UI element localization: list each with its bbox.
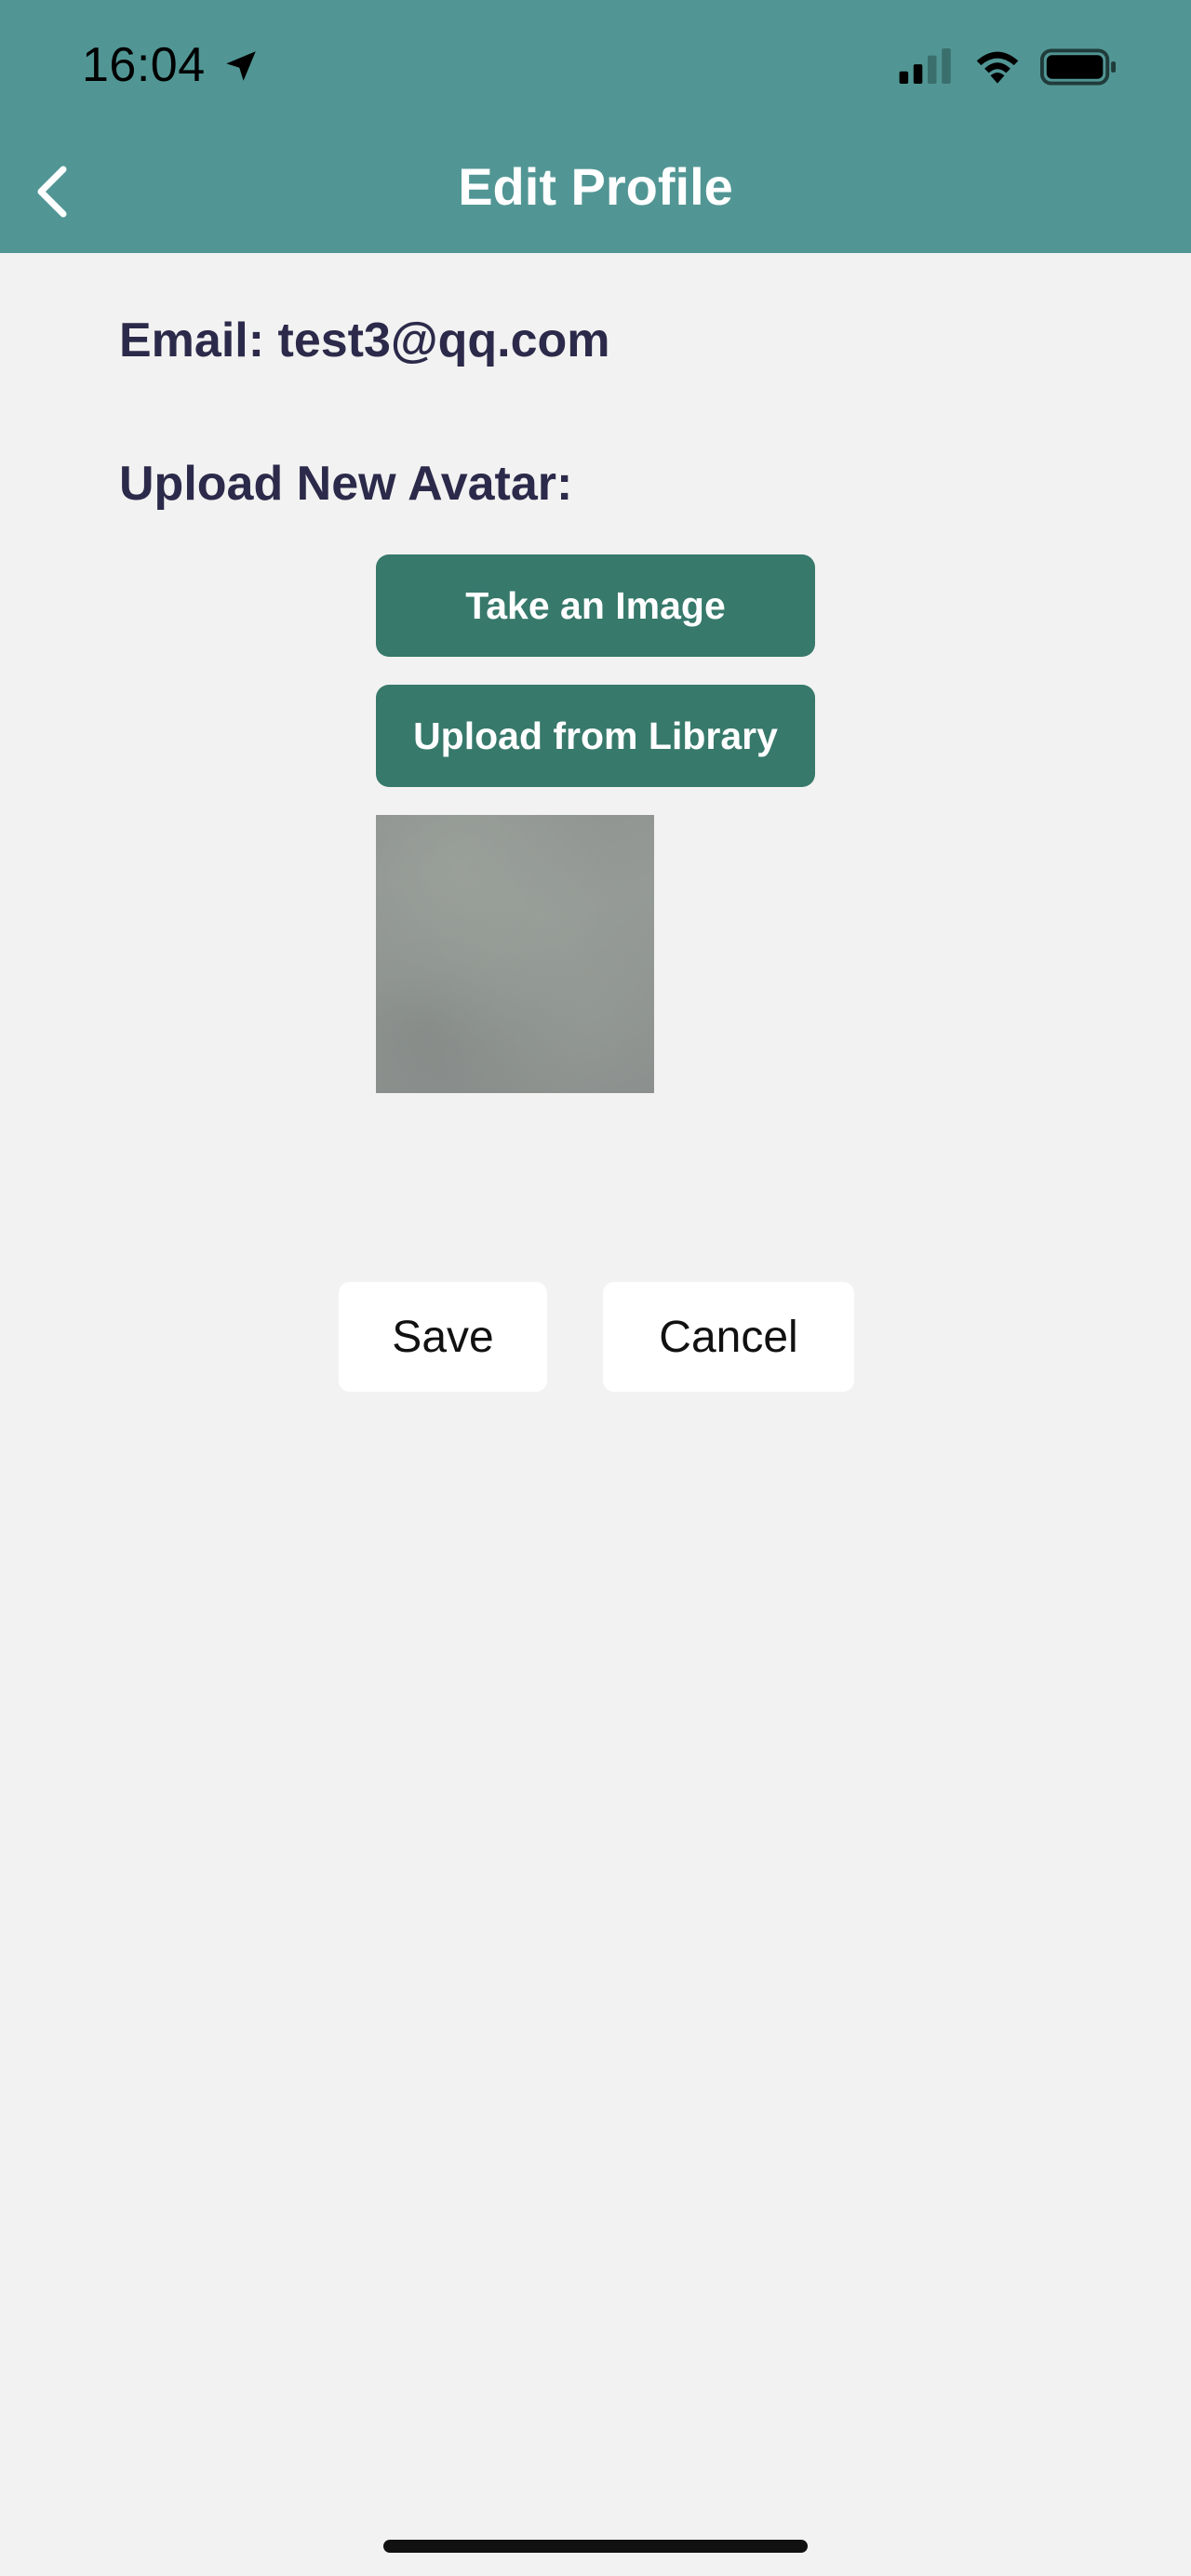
upload-from-library-button[interactable]: Upload from Library — [376, 685, 815, 787]
home-indicator — [383, 2540, 808, 2553]
location-arrow-icon — [226, 51, 256, 81]
cancel-button[interactable]: Cancel — [603, 1282, 854, 1392]
status-time: 16:04 — [82, 38, 206, 92]
avatar-preview-image — [376, 815, 654, 1093]
app-header: 16:04 Edit Profile — [0, 0, 1191, 253]
upload-avatar-label: Upload New Avatar: — [119, 457, 573, 511]
page-title: Edit Profile — [458, 157, 733, 216]
battery-icon — [1040, 48, 1117, 86]
email-label: Email: test3@qq.com — [119, 314, 610, 367]
cellular-signal-icon — [899, 48, 951, 84]
wifi-icon — [976, 51, 1019, 84]
save-button[interactable]: Save — [339, 1282, 547, 1392]
take-image-button[interactable]: Take an Image — [376, 554, 815, 657]
